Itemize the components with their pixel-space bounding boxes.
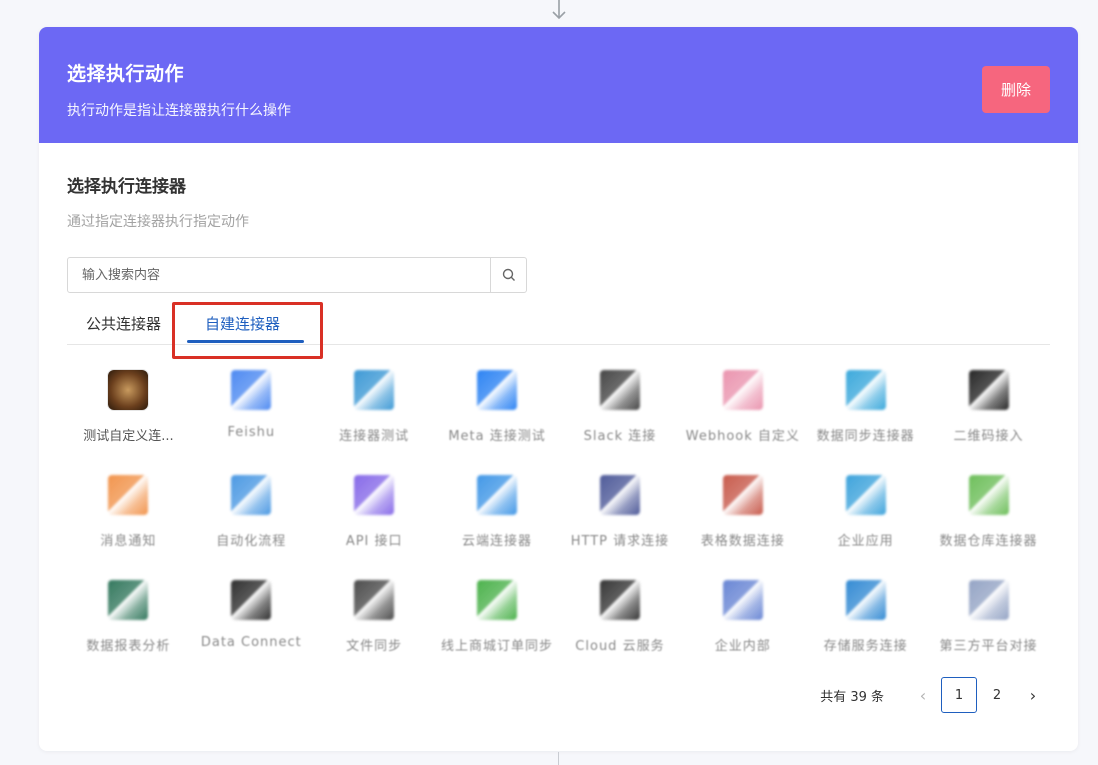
connector-logo-icon: [477, 370, 518, 410]
connector-label: 文件同步: [346, 639, 403, 654]
connector-logo-icon: [722, 370, 763, 410]
connector-item[interactable]: 数据同步连接器: [804, 362, 927, 467]
connector-label: 数据仓库连接器: [939, 534, 1038, 549]
connector-logo-icon: [968, 580, 1009, 620]
connector-logo-icon: [108, 370, 149, 410]
connector-item[interactable]: 云端连接器: [436, 467, 559, 572]
connector-item[interactable]: Cloud 云服务: [559, 572, 682, 677]
connector-label: Slack 连接: [583, 429, 657, 444]
flow-down-arrow-icon: [551, 0, 567, 22]
connector-item[interactable]: Webhook 自定义: [681, 362, 804, 467]
connector-label: 第三方平台对接: [939, 639, 1038, 654]
connector-logo-icon: [599, 370, 640, 410]
connector-label: 数据同步连接器: [816, 429, 915, 444]
connector-logo-icon: [968, 475, 1009, 515]
connector-item[interactable]: Data Connect: [190, 572, 313, 677]
connector-item[interactable]: Feishu: [190, 362, 313, 467]
connector-item[interactable]: 消息通知: [67, 467, 190, 572]
connector-label: Data Connect: [200, 635, 302, 650]
section-title: 选择执行连接器: [67, 177, 186, 197]
connector-logo-icon: [845, 580, 886, 620]
connector-item[interactable]: API 接口: [313, 467, 436, 572]
connector-logo-icon: [354, 580, 395, 620]
connector-logo-icon: [108, 580, 149, 620]
connector-label: Cloud 云服务: [575, 639, 665, 654]
pagination-total: 共有 39 条: [820, 689, 884, 705]
connector-logo-icon: [354, 370, 395, 410]
connector-logo-icon: [722, 580, 763, 620]
connector-label: 表格数据连接: [700, 534, 785, 549]
connector-logo-icon: [477, 475, 518, 515]
highlight-annotation-box: [172, 302, 323, 359]
connector-logo-icon: [231, 475, 272, 515]
connector-label: 二维码接入: [953, 429, 1024, 444]
connector-item[interactable]: 文件同步: [313, 572, 436, 677]
connector-label: 数据报表分析: [86, 639, 171, 654]
connector-label: 存储服务连接: [823, 639, 908, 654]
search-box: [67, 257, 527, 293]
connector-item[interactable]: 连接器测试: [313, 362, 436, 467]
connector-item[interactable]: 企业应用: [804, 467, 927, 572]
card-subtitle: 执行动作是指让连接器执行什么操作: [67, 103, 291, 119]
connector-item[interactable]: 存储服务连接: [804, 572, 927, 677]
card-title: 选择执行动作: [67, 63, 185, 85]
tab-public-connectors[interactable]: 公共连接器: [86, 313, 161, 334]
connector-logo-icon: [968, 370, 1009, 410]
connector-logo-icon: [599, 475, 640, 515]
connector-grid: 测试自定义连... Feishu 连接器测试 Meta 连接测试 Slack 连接 Web…: [67, 362, 1050, 677]
connector-item[interactable]: 自动化流程: [190, 467, 313, 572]
connector-label: 消息通知: [100, 534, 157, 549]
connector-logo-icon: [722, 475, 763, 515]
connector-label: Webhook 自定义: [685, 429, 800, 444]
connector-item[interactable]: 第三方平台对接: [927, 572, 1050, 677]
connector-logo-icon: [845, 475, 886, 515]
connector-logo-icon: [599, 580, 640, 620]
connector-label: 云端连接器: [462, 534, 533, 549]
connector-logo-icon: [108, 475, 149, 515]
next-page-icon[interactable]: ›: [1016, 686, 1050, 705]
connector-label: Meta 连接测试: [448, 429, 546, 444]
connector-logo-icon: [845, 370, 886, 410]
pagination: 共有 39 条 ‹ 1 2 ›: [820, 676, 1050, 714]
connector-logo-icon: [477, 580, 518, 620]
action-card: 选择执行动作 执行动作是指让连接器执行什么操作 删除 选择执行连接器 通过指定连…: [39, 27, 1078, 751]
search-icon[interactable]: [490, 258, 526, 292]
page-1-button[interactable]: 1: [941, 677, 977, 713]
page-2-button[interactable]: 2: [979, 677, 1015, 713]
delete-button[interactable]: 删除: [982, 66, 1050, 113]
connector-item[interactable]: Meta 连接测试: [436, 362, 559, 467]
connector-item[interactable]: HTTP 请求连接: [559, 467, 682, 572]
connector-label: 线上商城订单同步: [441, 639, 554, 654]
connector-label: 测试自定义连...: [83, 429, 174, 444]
flow-connector-line: [558, 752, 559, 765]
connector-label: HTTP 请求连接: [570, 534, 670, 549]
search-input[interactable]: [68, 258, 490, 292]
connector-label: Feishu: [227, 425, 276, 440]
connector-label: API 接口: [345, 534, 403, 549]
connector-label: 企业应用: [837, 534, 894, 549]
connector-label: 自动化流程: [216, 534, 287, 549]
connector-item[interactable]: 数据仓库连接器: [927, 467, 1050, 572]
connector-logo-icon: [231, 370, 272, 410]
prev-page-icon[interactable]: ‹: [906, 686, 940, 705]
connector-label: 企业内部: [714, 639, 771, 654]
connector-item[interactable]: 测试自定义连...: [67, 362, 190, 467]
connector-item[interactable]: 二维码接入: [927, 362, 1050, 467]
connector-label: 连接器测试: [339, 429, 410, 444]
connector-logo-icon: [354, 475, 395, 515]
connector-logo-icon: [231, 580, 272, 620]
section-description: 通过指定连接器执行指定动作: [67, 214, 249, 230]
connector-section: 选择执行连接器 通过指定连接器执行指定动作 公共连接器 自建连接器 测试自定义连…: [67, 172, 1050, 713]
connector-item[interactable]: 表格数据连接: [681, 467, 804, 572]
connector-item[interactable]: 线上商城订单同步: [436, 572, 559, 677]
connector-item[interactable]: 企业内部: [681, 572, 804, 677]
connector-item[interactable]: Slack 连接: [559, 362, 682, 467]
card-header: 选择执行动作 执行动作是指让连接器执行什么操作 删除: [39, 27, 1078, 143]
connector-item[interactable]: 数据报表分析: [67, 572, 190, 677]
